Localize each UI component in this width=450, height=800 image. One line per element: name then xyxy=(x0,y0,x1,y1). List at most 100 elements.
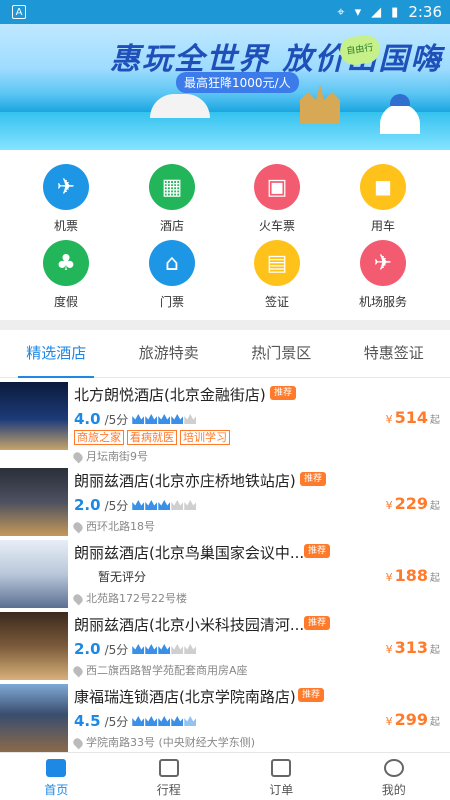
price-suffix: 起 xyxy=(430,415,440,426)
crown-rating xyxy=(132,644,197,654)
tab-popular-sights[interactable]: 热门景区 xyxy=(225,330,338,377)
temple-ticket-icon: ⌂ xyxy=(149,240,195,286)
app-notification-icon: A xyxy=(12,5,26,19)
nav-profile[interactable]: 我的 xyxy=(338,753,450,800)
grid-item-label: 机场服务 xyxy=(358,295,407,309)
rating-scale: /5分 xyxy=(104,714,129,729)
rating: 2.0 /5分 xyxy=(74,640,197,658)
hotel-tag: 商旅之家 xyxy=(74,430,124,445)
grid-item-hotel[interactable]: ▦ 酒店 xyxy=(122,164,222,234)
crown-icon xyxy=(184,500,197,510)
crown-icon xyxy=(145,716,158,726)
rating-score: 2.0 xyxy=(74,640,101,658)
nav-label: 行程 xyxy=(156,783,181,797)
grid-item-flights[interactable]: ✈ 机票 xyxy=(16,164,116,234)
currency-symbol: ¥ xyxy=(385,499,393,512)
grid-item-label: 门票 xyxy=(159,295,184,309)
address-text: 西环北路18号 xyxy=(86,520,155,533)
rating-scale: /5分 xyxy=(104,412,129,427)
passport-icon: ▤ xyxy=(254,240,300,286)
crown-icon xyxy=(145,644,158,654)
tab-featured-hotels[interactable]: 精选酒店 xyxy=(0,330,113,378)
address-text: 北苑路172号22号楼 xyxy=(86,592,187,605)
location-pin-icon xyxy=(71,450,85,464)
hotel-tag: 培训学习 xyxy=(180,430,230,445)
grid-item-car[interactable]: ◼ 用车 xyxy=(333,164,433,234)
rating-scale: /5分 xyxy=(104,498,129,513)
rating-score: 4.0 xyxy=(74,410,101,428)
crown-icon xyxy=(145,414,158,424)
briefcase-icon xyxy=(158,759,179,777)
location-pin-icon xyxy=(71,520,85,534)
crown-rating xyxy=(132,414,197,424)
category-tabs: 精选酒店 旅游特卖 热门景区 特惠签证 xyxy=(0,330,450,378)
price-suffix: 起 xyxy=(430,717,440,728)
grid-item-label: 签证 xyxy=(264,295,289,309)
crown-icon xyxy=(158,414,171,424)
grid-item-vacation[interactable]: ♣ 度假 xyxy=(16,240,116,310)
tab-visa-deals[interactable]: 特惠签证 xyxy=(338,330,450,377)
price-value: 299 xyxy=(394,710,428,729)
location-pin-icon xyxy=(71,736,85,750)
address-text: 西二旗西路智学苑配套商用房A座 xyxy=(86,664,248,677)
address-text: 月坛南街9号 xyxy=(86,450,148,463)
hotel-price: ¥313 起 xyxy=(386,638,440,657)
grid-item-visa[interactable]: ▤ 签证 xyxy=(227,240,327,310)
price-suffix: 起 xyxy=(430,501,440,512)
signal-icon: ◢ xyxy=(371,4,382,20)
grid-item-label: 用车 xyxy=(370,219,395,233)
address-text: 学院南路33号 (中央财经大学东侧) xyxy=(86,736,256,749)
train-icon: ▣ xyxy=(254,164,300,210)
hotel-price: ¥299 起 xyxy=(386,710,440,729)
grid-item-airport-service[interactable]: ✈ 机场服务 xyxy=(333,240,433,310)
crown-icon xyxy=(184,414,197,424)
crown-icon xyxy=(158,716,171,726)
status-bar: A ⌖ ▾ ◢ ▮ 2:36 xyxy=(0,0,450,24)
crown-icon xyxy=(158,644,171,654)
crown-icon xyxy=(158,500,171,510)
clock: 2:36 xyxy=(408,3,442,21)
rating: 4.5 /5分 xyxy=(74,712,197,730)
crown-rating xyxy=(132,500,197,510)
hotel-list: 北方朗悦酒店(北京金融街店) 推荐 4.0 /5分 商旅之家 看病就医 培训学习… xyxy=(0,380,450,752)
nav-home[interactable]: 首页 xyxy=(0,753,113,800)
grid-item-label: 度假 xyxy=(53,295,78,309)
hotel-address: 北苑路172号22号楼 xyxy=(71,590,187,606)
crown-icon xyxy=(171,644,184,654)
nav-itinerary[interactable]: 行程 xyxy=(113,753,226,800)
nav-label: 订单 xyxy=(269,783,294,797)
nav-label: 我的 xyxy=(381,783,406,797)
list-item[interactable]: 朗丽兹酒店(北京鸟巢国家会议中... 推荐 暂无评分 北苑路172号22号楼 ¥… xyxy=(0,538,450,610)
grid-item-train[interactable]: ▣ 火车票 xyxy=(227,164,327,234)
recommend-badge: 推荐 xyxy=(300,472,327,486)
currency-symbol: ¥ xyxy=(385,571,393,584)
recommend-badge: 推荐 xyxy=(304,616,331,630)
price-suffix: 起 xyxy=(430,573,440,584)
hotel-photo xyxy=(0,684,68,752)
profile-icon xyxy=(383,759,404,777)
list-item[interactable]: 康福瑞连锁酒店(北京学院南路店) 推荐 4.5 /5分 学院南路33号 (中央财… xyxy=(0,682,450,752)
crown-icon xyxy=(132,716,145,726)
banner-dome xyxy=(380,94,420,134)
grid-item-tickets[interactable]: ⌂ 门票 xyxy=(122,240,222,310)
currency-symbol: ¥ xyxy=(385,413,393,426)
price-value: 229 xyxy=(394,494,428,513)
order-icon xyxy=(271,759,292,777)
list-item[interactable]: 朗丽兹酒店(北京亦庄桥地铁站店) 推荐 2.0 /5分 西环北路18号 ¥229… xyxy=(0,466,450,538)
hotel-price: ¥188 起 xyxy=(386,566,440,585)
hotel-price: ¥229 起 xyxy=(386,494,440,513)
section-divider xyxy=(0,320,450,330)
promo-banner[interactable]: 惠玩全世界 放价出国嗨 最高狂降1000元/人 自由行 xyxy=(0,24,450,150)
hotel-name: 朗丽兹酒店(北京鸟巢国家会议中... xyxy=(74,544,304,562)
tab-travel-deals[interactable]: 旅游特卖 xyxy=(113,330,226,377)
rating-scale: /5分 xyxy=(104,642,129,657)
crown-icon xyxy=(132,644,145,654)
list-item[interactable]: 朗丽兹酒店(北京小米科技园清河... 推荐 2.0 /5分 西二旗西路智学苑配套… xyxy=(0,610,450,682)
nav-orders[interactable]: 订单 xyxy=(225,753,338,800)
crown-icon xyxy=(171,716,184,726)
home-icon xyxy=(46,759,67,777)
hotel-photo xyxy=(0,382,68,450)
price-suffix: 起 xyxy=(430,645,440,656)
list-item[interactable]: 北方朗悦酒店(北京金融街店) 推荐 4.0 /5分 商旅之家 看病就医 培训学习… xyxy=(0,380,450,464)
crown-icon xyxy=(132,500,145,510)
